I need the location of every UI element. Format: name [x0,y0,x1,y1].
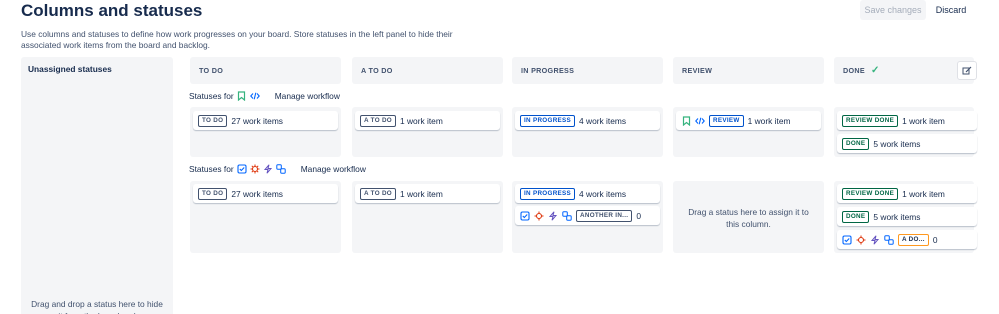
lightning-icon [870,234,880,245]
work-item-count: 0 [636,210,642,221]
check-icon: ✓ [870,65,880,76]
column-label: TO DO [199,66,224,75]
checkbox-icon [842,234,852,245]
cell-w1-in-progress[interactable]: IN PROGRESS 4 work items [512,107,663,157]
work-item-count: 1 work item [902,115,945,126]
status-card[interactable]: IN PROGRESS 4 work items [515,184,660,203]
status-card[interactable]: REVIEW DONE 1 work item [837,111,977,130]
workflow-2-label: Statuses for Manage workflow [189,164,366,174]
status-lozenge: DONE [842,137,870,150]
bookmark-icon [681,115,691,126]
status-card[interactable]: DONE 5 work items [837,207,977,226]
status-card[interactable]: A DO... 0 [837,230,977,249]
work-item-count: 27 work items [231,188,283,199]
column-header-done[interactable]: DONE ✓ [834,57,974,84]
cell-w1-to-do[interactable]: TO DO 27 work items [190,107,341,157]
bookmark-icon [237,91,247,101]
cell-w2-review[interactable]: Drag a status here to assign it to this … [673,181,824,253]
work-item-count: 4 work items [579,188,627,199]
status-lozenge: DONE [842,210,870,223]
work-item-count: 1 work item [747,115,791,126]
work-item-count: 1 work item [400,115,443,126]
page-title: Columns and statuses [21,1,203,20]
status-lozenge: ANOTHER IN... [576,209,633,222]
status-lozenge: IN PROGRESS [520,187,576,200]
save-changes-button[interactable]: Save changes [860,0,926,20]
bug-icon [250,164,260,174]
status-lozenge: TO DO [198,187,228,200]
workflow-1-label: Statuses for Manage workflow [189,91,340,101]
status-lozenge: REVIEW DONE [842,114,899,127]
statuses-for-text: Statuses for [189,91,234,101]
column-header-to-do[interactable]: TO DO [190,57,341,84]
status-card[interactable]: IN PROGRESS 4 work items [515,111,660,130]
status-lozenge: A TO DO [360,114,396,127]
work-item-count: 1 work item [400,188,443,199]
column-header-review[interactable]: REVIEW [673,57,824,84]
cell-w2-a-to-do[interactable]: A TO DO 1 work item [352,181,503,253]
cell-w2-to-do[interactable]: TO DO 27 work items [190,181,341,253]
status-card[interactable]: A TO DO 1 work item [355,111,500,130]
work-item-count: 0 [932,234,938,245]
status-lozenge: IN PROGRESS [520,114,576,127]
status-lozenge: TO DO [198,114,228,127]
work-item-count: 5 work items [873,211,921,222]
column-header-a-to-do[interactable]: A TO DO [352,57,503,84]
status-card[interactable]: TO DO 27 work items [193,111,338,130]
manage-workflow-link[interactable]: Manage workflow [275,91,340,101]
bug-icon [856,235,866,245]
status-card[interactable]: A TO DO 1 work item [355,184,500,203]
subtask-icon [562,210,572,221]
manage-workflow-link[interactable]: Manage workflow [301,164,366,174]
subtask-icon [276,164,286,174]
unassigned-drop-hint: Drag and drop a status here to hide it f… [31,299,163,314]
subtask-icon [884,234,894,245]
column-label: DONE [843,66,865,75]
status-card[interactable]: TO DO 27 work items [193,184,338,203]
column-header-in-progress[interactable]: IN PROGRESS [512,57,663,84]
statuses-for-text: Statuses for [189,164,234,174]
bug-icon [534,211,544,221]
status-lozenge: A TO DO [360,187,396,200]
status-card[interactable]: DONE 5 work items [837,134,977,153]
cell-w2-in-progress[interactable]: IN PROGRESS 4 work items ANOTHER IN... 0 [512,181,663,253]
edit-icon[interactable] [957,61,977,80]
status-card[interactable]: REVIEW 1 work item [676,111,821,130]
cell-w1-a-to-do[interactable]: A TO DO 1 work item [352,107,503,157]
status-lozenge: REVIEW DONE [842,187,899,200]
unassigned-statuses-title: Unassigned statuses [28,64,112,74]
checkbox-icon [237,164,247,174]
status-lozenge: REVIEW [709,114,744,127]
checkbox-icon [520,210,530,221]
page-description: Use columns and statuses to define how w… [21,29,453,50]
cell-w1-review[interactable]: REVIEW 1 work item [673,107,824,157]
discard-button[interactable]: Discard [932,0,970,20]
drop-status-hint: Drag a status here to assign it to this … [688,207,809,229]
status-card[interactable]: REVIEW DONE 1 work item [837,184,977,203]
status-lozenge: A DO... [898,233,929,246]
work-item-count: 1 work item [902,188,945,199]
cell-w2-done[interactable]: REVIEW DONE 1 work item DONE 5 work item… [834,181,977,253]
status-card[interactable]: ANOTHER IN... 0 [515,206,660,225]
work-item-count: 27 work items [231,115,283,126]
work-item-count: 5 work items [873,138,921,149]
column-label: IN PROGRESS [521,66,575,75]
cell-w1-done[interactable]: REVIEW DONE 1 work item DONE 5 work item… [834,107,977,157]
code-icon [695,116,705,126]
column-label: A TO DO [361,66,393,75]
lightning-icon [263,164,273,174]
lightning-icon [548,210,558,221]
code-icon [249,91,260,101]
unassigned-statuses-panel[interactable]: Unassigned statuses Drag and drop a stat… [21,57,173,314]
column-label: REVIEW [682,66,713,75]
work-item-count: 4 work items [579,115,627,126]
